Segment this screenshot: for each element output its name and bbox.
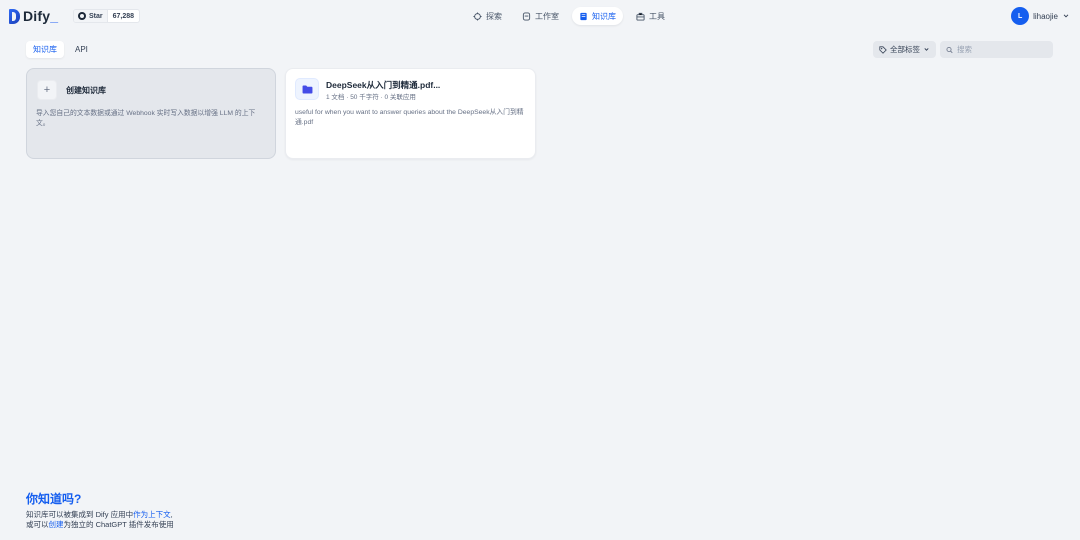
search-input[interactable] — [957, 45, 1047, 54]
github-star-button[interactable]: Star — [74, 10, 108, 22]
nav-studio-label: 工作室 — [535, 11, 559, 21]
nav-studio[interactable]: 工作室 — [515, 7, 566, 25]
book-icon — [580, 12, 587, 20]
studio-icon — [522, 11, 531, 21]
tip-line-2: 或可以创建为独立的 ChatGPT 插件发布使用 — [26, 520, 174, 530]
search-box[interactable] — [940, 41, 1053, 58]
chevron-down-icon[interactable] — [1062, 12, 1070, 20]
dataset-meta: 1 文档 · 50 千字符 · 0 关联应用 — [326, 94, 416, 101]
nav-knowledge-label: 知识库 — [592, 11, 616, 21]
search-icon — [946, 46, 953, 53]
top-header: Dify_ Star 67,288 探索 工作室 知识库 工具 L lihaoj… — [0, 0, 1080, 32]
tag-filter-label: 全部标签 — [890, 45, 920, 54]
tip-line-1-prefix: 知识库可以被集成到 Dify 应用中 — [26, 510, 134, 519]
tip-line-2-prefix: 或可以 — [26, 520, 49, 529]
plus-icon: + — [37, 80, 57, 100]
did-you-know-tip: 你知道吗? 知识库可以被集成到 Dify 应用中作为上下文, 或可以创建为独立的… — [26, 490, 174, 530]
tab-api[interactable]: API — [68, 41, 95, 58]
tag-icon — [879, 45, 887, 54]
github-icon — [78, 12, 86, 20]
create-knowledge-description: 导入您自己的文本数据或通过 Webhook 实时写入数据以增强 LLM 的上下文… — [36, 110, 256, 127]
chevron-down-icon — [924, 48, 929, 51]
folder-icon — [295, 78, 319, 100]
tip-line-2-suffix: 为独立的 ChatGPT 插件发布使用 — [63, 520, 174, 529]
avatar[interactable]: L — [1011, 7, 1030, 25]
tag-filter-dropdown[interactable]: 全部标签 — [873, 41, 936, 58]
dify-logo-mark-icon — [9, 8, 20, 24]
dify-logo-text: Dify_ — [23, 8, 59, 24]
tip-line-1: 知识库可以被集成到 Dify 应用中作为上下文, — [26, 510, 174, 520]
dify-logo[interactable]: Dify_ — [9, 7, 58, 25]
dataset-card[interactable]: DeepSeek从入门到精通.pdf... 1 文档 · 50 千字符 · 0 … — [285, 68, 536, 159]
compass-icon — [473, 11, 482, 21]
tab-knowledge[interactable]: 知识库 — [26, 41, 64, 58]
tip-create-link[interactable]: 创建 — [49, 520, 64, 529]
nav-knowledge[interactable]: 知识库 — [572, 7, 623, 25]
github-star-badge[interactable]: Star 67,288 — [73, 9, 141, 23]
create-knowledge-title: 创建知识库 — [66, 86, 106, 95]
tip-context-link[interactable]: 作为上下文 — [133, 510, 171, 519]
dataset-title: DeepSeek从入门到精通.pdf... — [326, 80, 441, 90]
github-star-count[interactable]: 67,288 — [108, 10, 139, 22]
tip-line-1-suffix: , — [170, 510, 173, 519]
toolbox-icon — [636, 12, 645, 21]
nav-tools[interactable]: 工具 — [629, 7, 672, 25]
nav-tools-label: 工具 — [649, 11, 665, 21]
tip-title: 你知道吗? — [26, 492, 82, 506]
github-star-label: Star — [89, 12, 103, 20]
nav-explore[interactable]: 探索 — [466, 7, 509, 25]
nav-explore-label: 探索 — [486, 11, 502, 21]
knowledge-tabs: 知识库 API — [26, 41, 95, 58]
dataset-description: useful for when you want to answer queri… — [295, 109, 524, 126]
main-nav: 探索 工作室 知识库 工具 — [466, 7, 678, 25]
create-knowledge-card[interactable]: + 创建知识库 导入您自己的文本数据或通过 Webhook 实时写入数据以增强 … — [26, 68, 276, 159]
user-name[interactable]: lihaojie — [1033, 12, 1058, 21]
user-menu[interactable]: L lihaojie — [1011, 7, 1070, 25]
